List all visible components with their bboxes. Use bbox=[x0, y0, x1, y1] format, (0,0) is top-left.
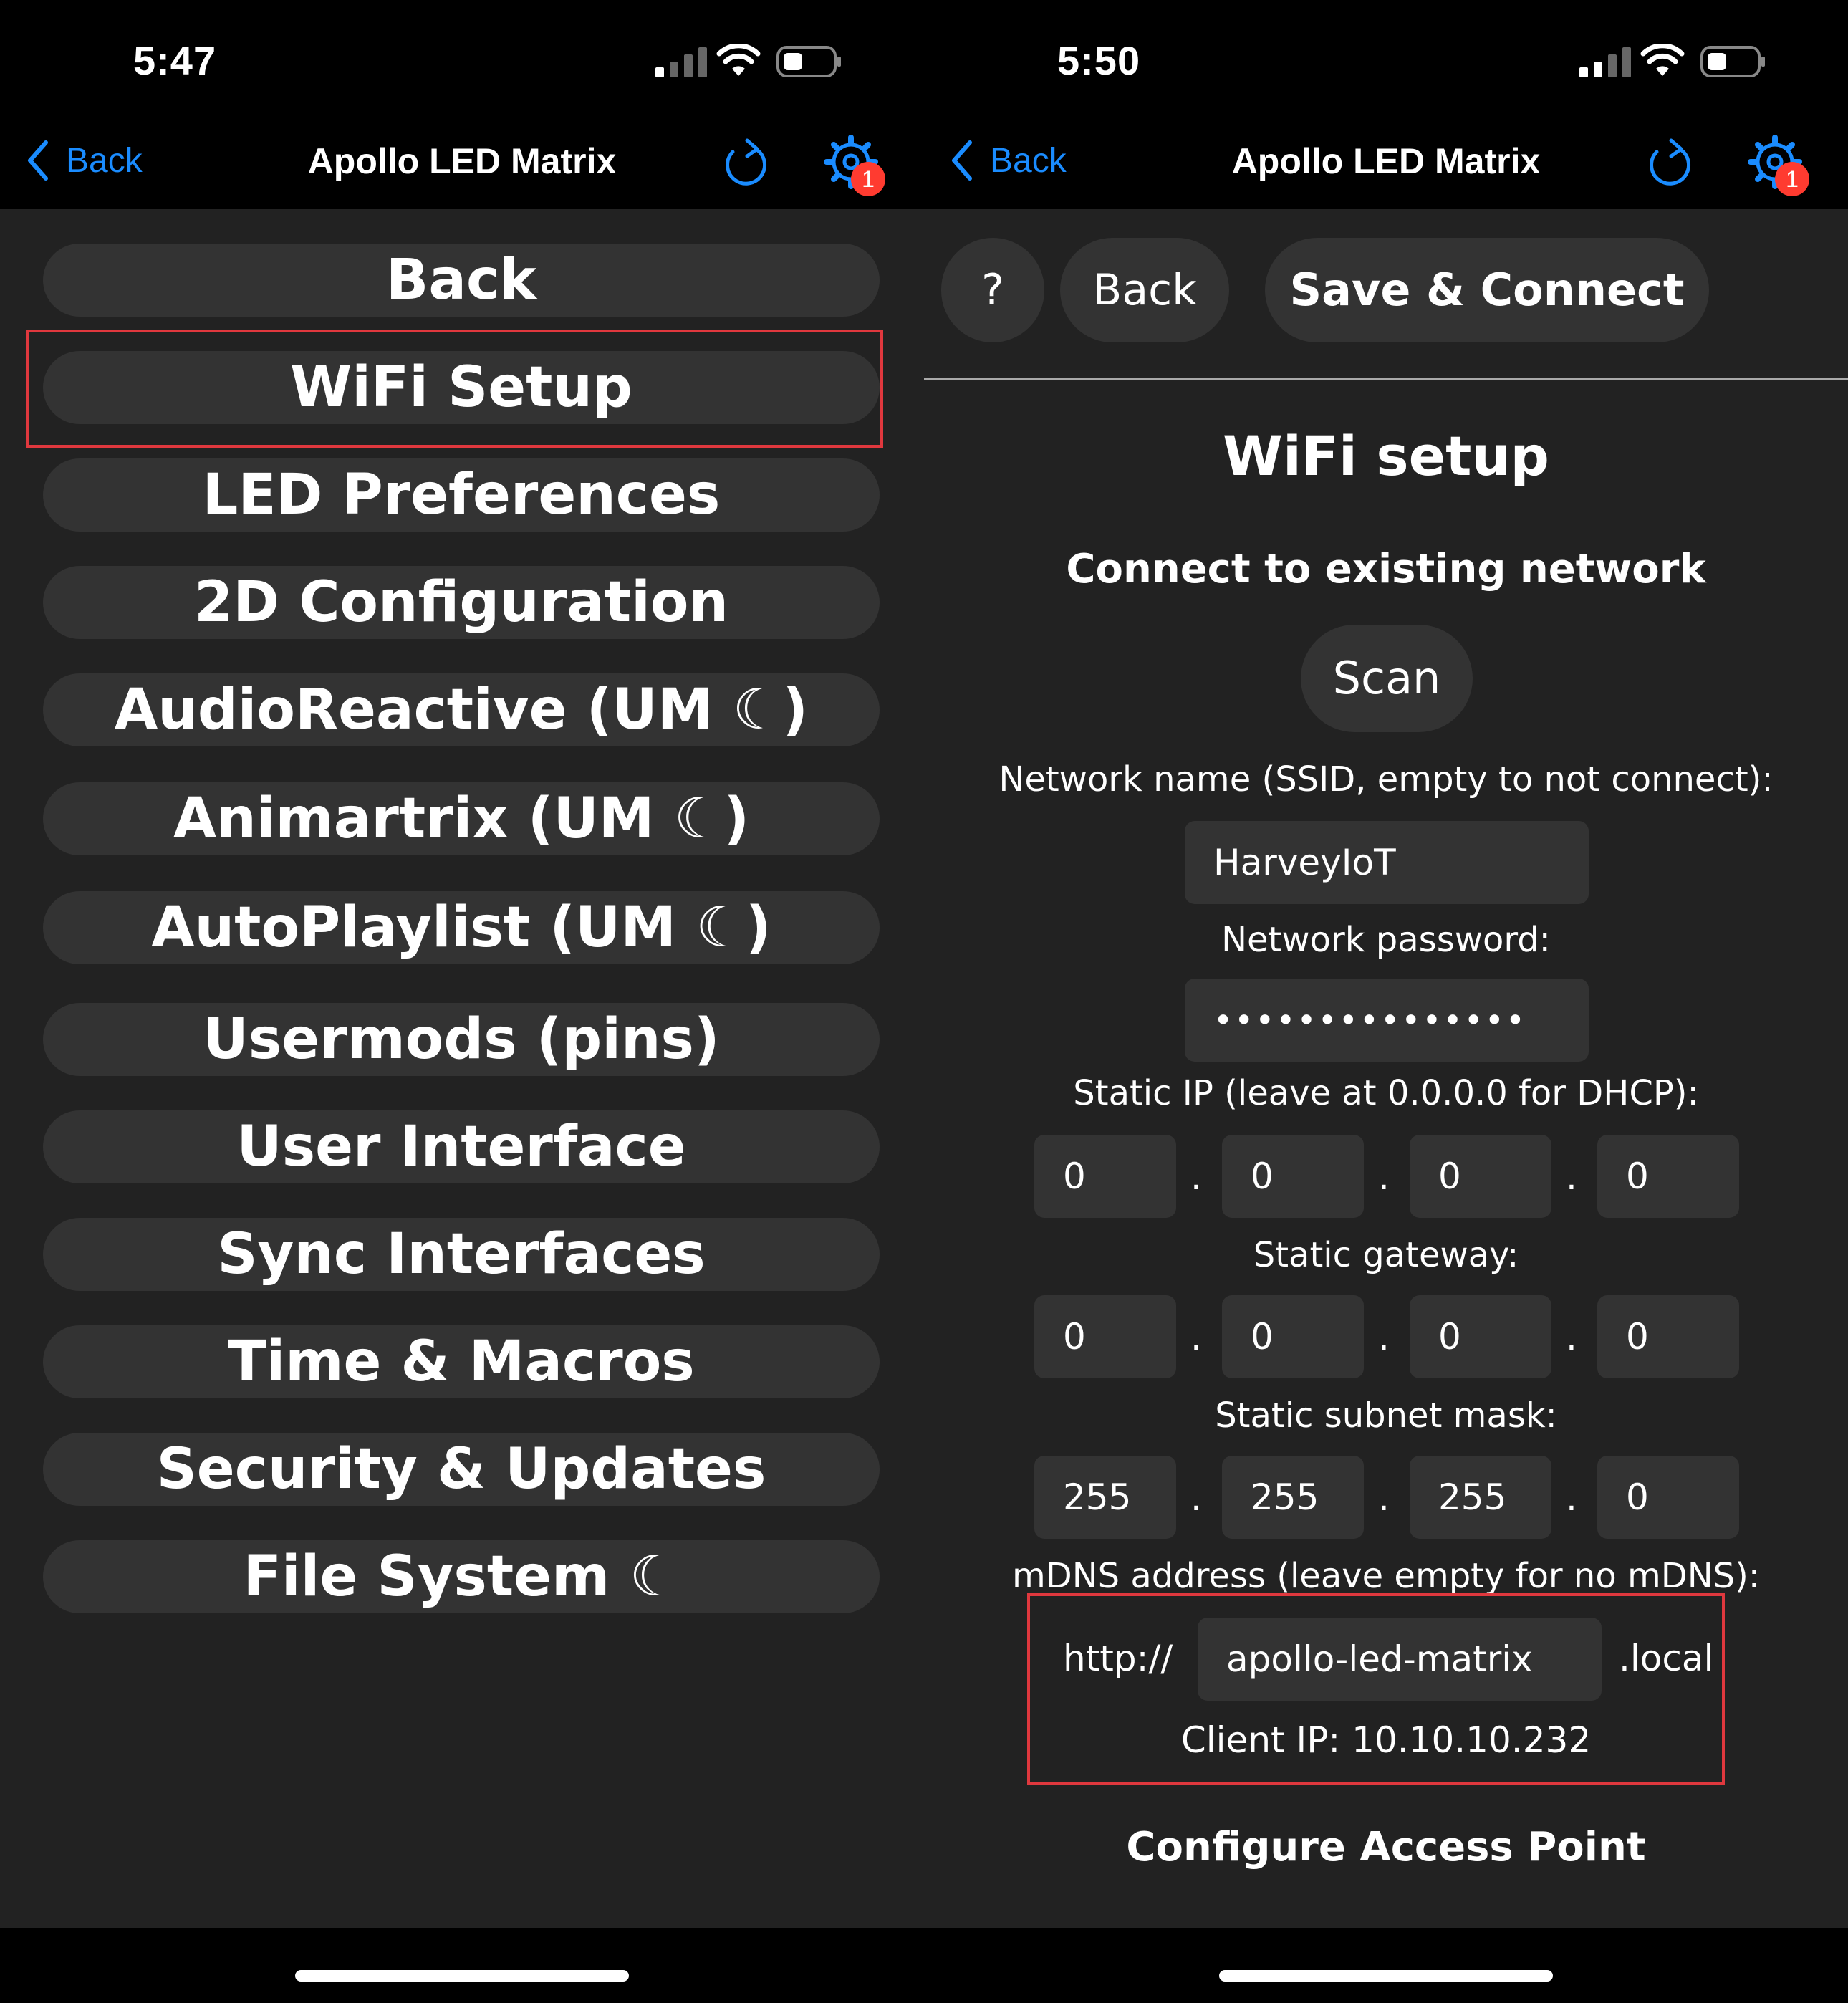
ssid-input[interactable]: HarveyIoT bbox=[1185, 821, 1589, 904]
right-phone-screen: 5:50 Back Apollo LED Matrix 1 ? Back Sav… bbox=[924, 0, 1848, 2003]
menu-2d-configuration-button[interactable]: 2D Configuration bbox=[43, 566, 880, 639]
left-phone-screen: 5:47 Back Apollo LED Matrix 1 Back WiFi … bbox=[0, 0, 924, 2003]
password-label: Network password: bbox=[1221, 920, 1551, 960]
home-indicator[interactable] bbox=[295, 1970, 629, 1982]
subnet-octet-3[interactable]: 255 bbox=[1410, 1456, 1551, 1539]
ip-dot: . bbox=[1378, 1317, 1390, 1358]
menu-usermods-button[interactable]: Usermods (pins) bbox=[43, 1003, 880, 1076]
status-time: 5:47 bbox=[133, 38, 217, 83]
wifi-icon bbox=[1640, 44, 1685, 76]
notification-badge: 1 bbox=[1775, 162, 1809, 196]
status-time: 5:50 bbox=[1057, 38, 1141, 83]
menu-animartrix-button[interactable]: Animartrix (UM ☾) bbox=[43, 782, 880, 855]
menu-autoplaylist-button[interactable]: AutoPlaylist (UM ☾) bbox=[43, 891, 880, 964]
battery-icon bbox=[776, 46, 841, 77]
wifi-setup-form: ? Back Save & Connect WiFi setup Connect… bbox=[924, 209, 1848, 1928]
ip-dot: . bbox=[1190, 1317, 1202, 1358]
static-ip-octet-1[interactable]: 0 bbox=[1034, 1135, 1176, 1218]
wifi-setup-highlight bbox=[26, 330, 883, 448]
static-ip-label: Static IP (leave at 0.0.0.0 for DHCP): bbox=[1073, 1073, 1699, 1113]
menu-time-macros-button[interactable]: Time & Macros bbox=[43, 1325, 880, 1398]
home-bar-area bbox=[924, 1928, 1848, 2003]
scan-button[interactable]: Scan bbox=[1301, 625, 1473, 732]
section-title-connect: Connect to existing network bbox=[1066, 546, 1706, 592]
menu-sync-interfaces-button[interactable]: Sync Interfaces bbox=[43, 1218, 880, 1291]
subnet-octet-2[interactable]: 255 bbox=[1222, 1456, 1364, 1539]
home-bar-area bbox=[0, 1928, 924, 2003]
menu-user-interface-button[interactable]: User Interface bbox=[43, 1110, 880, 1183]
static-ip-octet-4[interactable]: 0 bbox=[1597, 1135, 1739, 1218]
cellular-signal-icon bbox=[1579, 47, 1631, 77]
menu-led-preferences-button[interactable]: LED Preferences bbox=[43, 458, 880, 532]
subnet-label: Static subnet mask: bbox=[1215, 1396, 1557, 1436]
mdns-highlight bbox=[1027, 1593, 1725, 1785]
refresh-icon[interactable] bbox=[1644, 136, 1693, 188]
ip-dot: . bbox=[1378, 1477, 1390, 1519]
menu-file-system-button[interactable]: File System ☾ bbox=[43, 1540, 880, 1613]
gateway-label: Static gateway: bbox=[1253, 1235, 1519, 1275]
ssid-label: Network name (SSID, empty to not connect… bbox=[998, 759, 1774, 799]
gateway-octet-2[interactable]: 0 bbox=[1222, 1295, 1364, 1378]
menu-security-updates-button[interactable]: Security & Updates bbox=[43, 1433, 880, 1506]
save-connect-button[interactable]: Save & Connect bbox=[1265, 238, 1709, 342]
subnet-octet-1[interactable]: 255 bbox=[1034, 1456, 1176, 1539]
cellular-signal-icon bbox=[655, 47, 707, 77]
wifi-icon bbox=[716, 44, 761, 76]
password-input[interactable]: ••••••••••••••• bbox=[1185, 979, 1589, 1062]
ip-dot: . bbox=[1190, 1477, 1202, 1519]
ip-dot: . bbox=[1190, 1156, 1202, 1198]
nav-title: Apollo LED Matrix bbox=[1231, 141, 1541, 181]
static-ip-octet-3[interactable]: 0 bbox=[1410, 1135, 1551, 1218]
subnet-octet-4[interactable]: 0 bbox=[1597, 1456, 1739, 1539]
menu-back-button[interactable]: Back bbox=[43, 244, 880, 317]
mdns-label: mDNS address (leave empty for no mDNS): bbox=[1012, 1556, 1760, 1596]
back-button[interactable]: Back bbox=[1060, 238, 1229, 342]
notification-badge: 1 bbox=[851, 162, 885, 196]
nav-title: Apollo LED Matrix bbox=[307, 141, 617, 181]
menu-audioreactive-button[interactable]: AudioReactive (UM ☾) bbox=[43, 673, 880, 746]
section-title-access-point: Configure Access Point bbox=[1126, 1824, 1646, 1870]
help-button[interactable]: ? bbox=[941, 238, 1044, 342]
ip-dot: . bbox=[1378, 1156, 1390, 1198]
gateway-octet-3[interactable]: 0 bbox=[1410, 1295, 1551, 1378]
refresh-icon[interactable] bbox=[720, 136, 769, 188]
nav-bar: Back Apollo LED Matrix 1 bbox=[0, 115, 924, 209]
home-indicator[interactable] bbox=[1219, 1970, 1553, 1982]
ip-dot: . bbox=[1566, 1156, 1577, 1198]
settings-menu: Back WiFi Setup LED Preferences 2D Confi… bbox=[0, 209, 924, 1928]
ip-dot: . bbox=[1566, 1477, 1577, 1519]
nav-bar: Back Apollo LED Matrix 1 bbox=[924, 115, 1848, 209]
gateway-octet-1[interactable]: 0 bbox=[1034, 1295, 1176, 1378]
toolbar-divider bbox=[924, 378, 1848, 380]
static-ip-octet-2[interactable]: 0 bbox=[1222, 1135, 1364, 1218]
gateway-octet-4[interactable]: 0 bbox=[1597, 1295, 1739, 1378]
page-title: WiFi setup bbox=[1223, 424, 1549, 488]
battery-icon bbox=[1700, 46, 1765, 77]
ip-dot: . bbox=[1566, 1317, 1577, 1358]
